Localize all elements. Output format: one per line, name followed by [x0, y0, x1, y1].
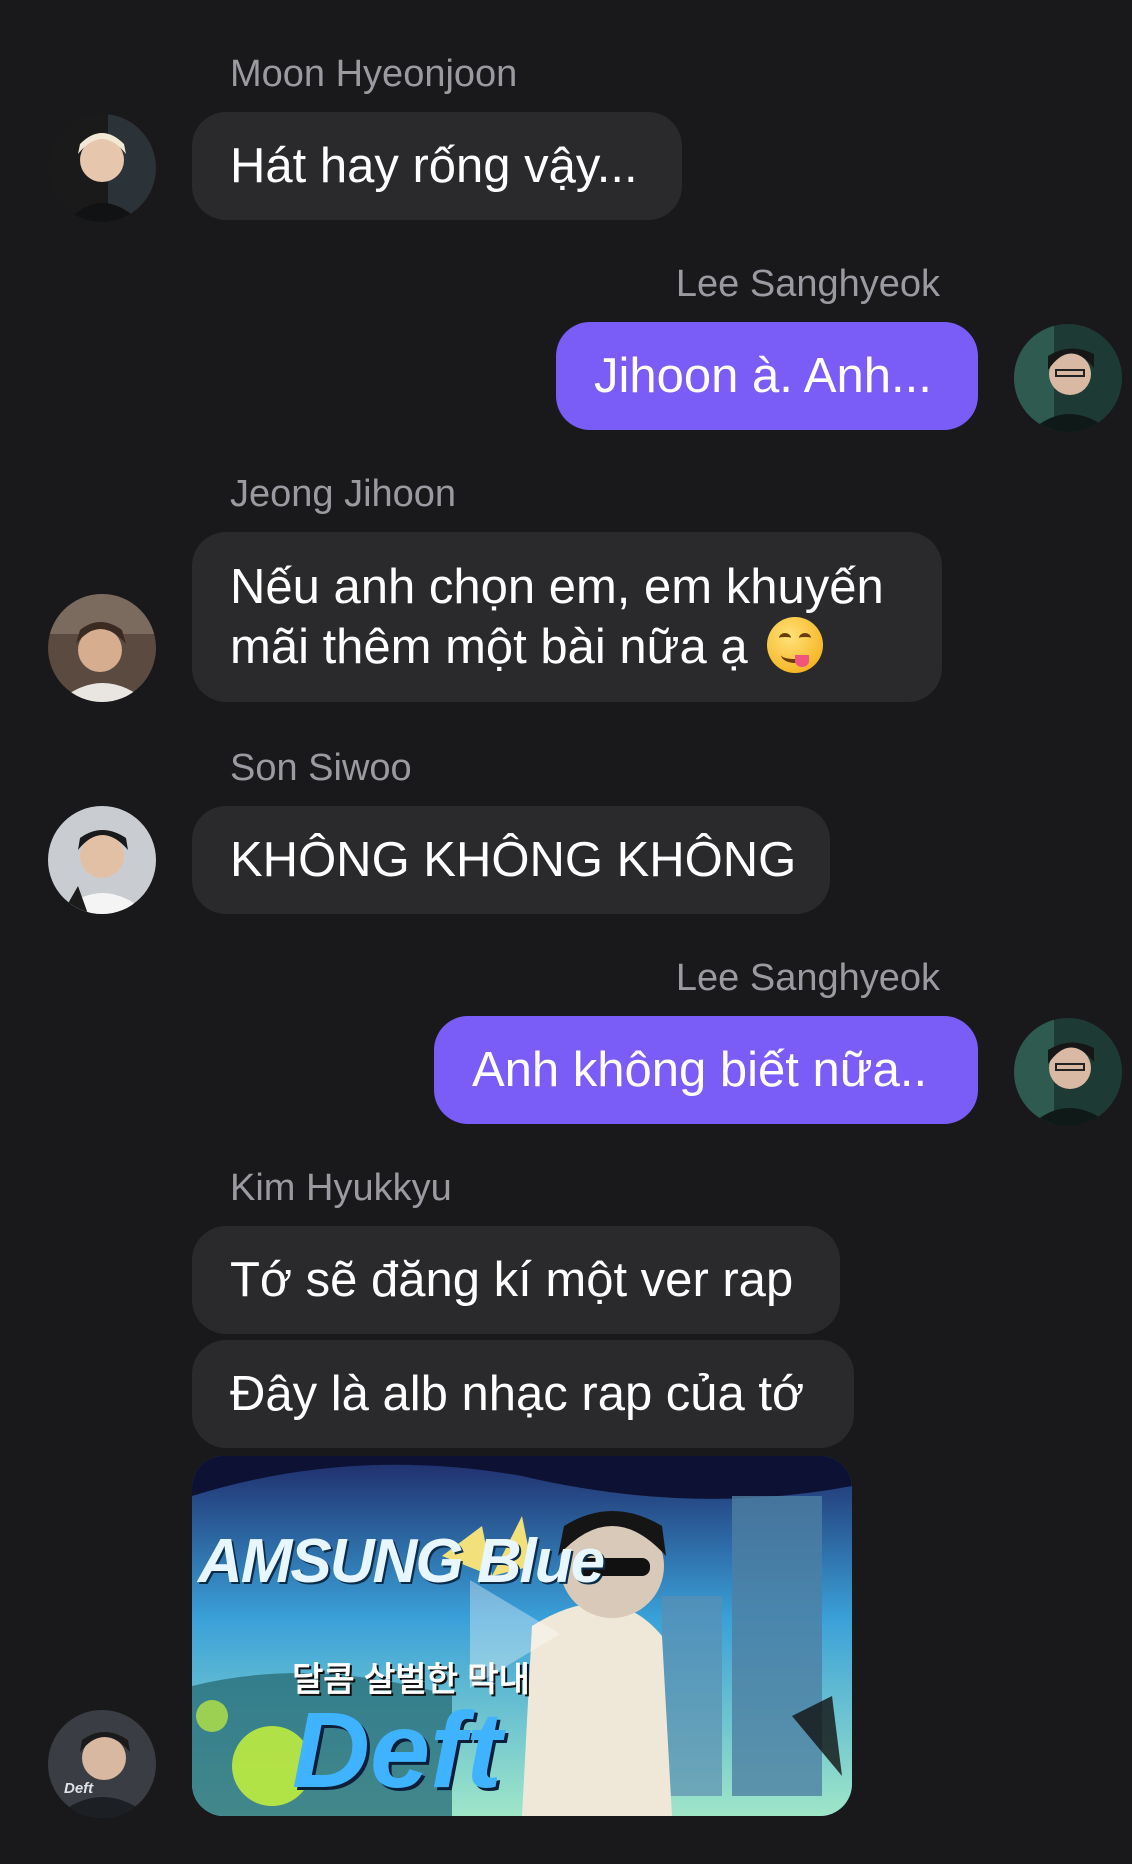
message-bubble[interactable]: Anh không biết nữa..: [434, 1016, 978, 1124]
message-bubble[interactable]: Đây là alb nhạc rap của tớ: [192, 1340, 854, 1448]
avatar[interactable]: [48, 114, 156, 222]
avatar[interactable]: [48, 806, 156, 914]
message-bubble[interactable]: Tớ sẽ đăng kí một ver rap: [192, 1226, 840, 1334]
message-text-line: mãi thêm một bài nữa ạ: [230, 620, 748, 674]
sender-name: Lee Sanghyeok: [675, 957, 940, 999]
message-text: Hát hay rống vậy...: [230, 139, 638, 193]
message-bubble[interactable]: Jihoon à. Anh...: [556, 322, 978, 430]
player-name-text: Deft: [292, 1689, 502, 1810]
avatar[interactable]: [48, 594, 156, 702]
sender-name: Son Siwoo: [230, 747, 412, 789]
message-text: Tớ sẽ đăng kí một ver rap: [230, 1253, 794, 1307]
avatar[interactable]: Deft: [48, 1710, 156, 1818]
message-bubble[interactable]: Hát hay rống vậy...: [192, 112, 682, 220]
sender-name: Kim Hyukkyu: [230, 1167, 452, 1209]
play-icon[interactable]: [470, 1580, 560, 1688]
message-text: Đây là alb nhạc rap của tớ: [230, 1367, 805, 1421]
message-bubble[interactable]: KHÔNG KHÔNG KHÔNG: [192, 806, 830, 914]
face-savoring-food-emoji: [767, 617, 824, 673]
sender-name: Jeong Jihoon: [230, 473, 457, 515]
avatar-label: Deft: [64, 1780, 94, 1797]
message-text: Anh không biết nữa..: [472, 1043, 928, 1097]
message-text: KHÔNG KHÔNG KHÔNG: [230, 833, 797, 887]
sender-name: Moon Hyeonjoon: [230, 53, 518, 95]
avatar[interactable]: [1014, 1018, 1122, 1126]
message-bubble[interactable]: Nếu anh chọn em, em khuyến mãi thêm một …: [192, 532, 942, 702]
message-text-line-with-emoji: mãi thêm một bài nữa ạ: [230, 617, 824, 677]
message-text-line: Nếu anh chọn em, em khuyến: [230, 560, 884, 614]
avatar[interactable]: [1014, 324, 1122, 432]
sender-name: Lee Sanghyeok: [675, 263, 940, 305]
message-text: Jihoon à. Anh...: [594, 349, 932, 403]
